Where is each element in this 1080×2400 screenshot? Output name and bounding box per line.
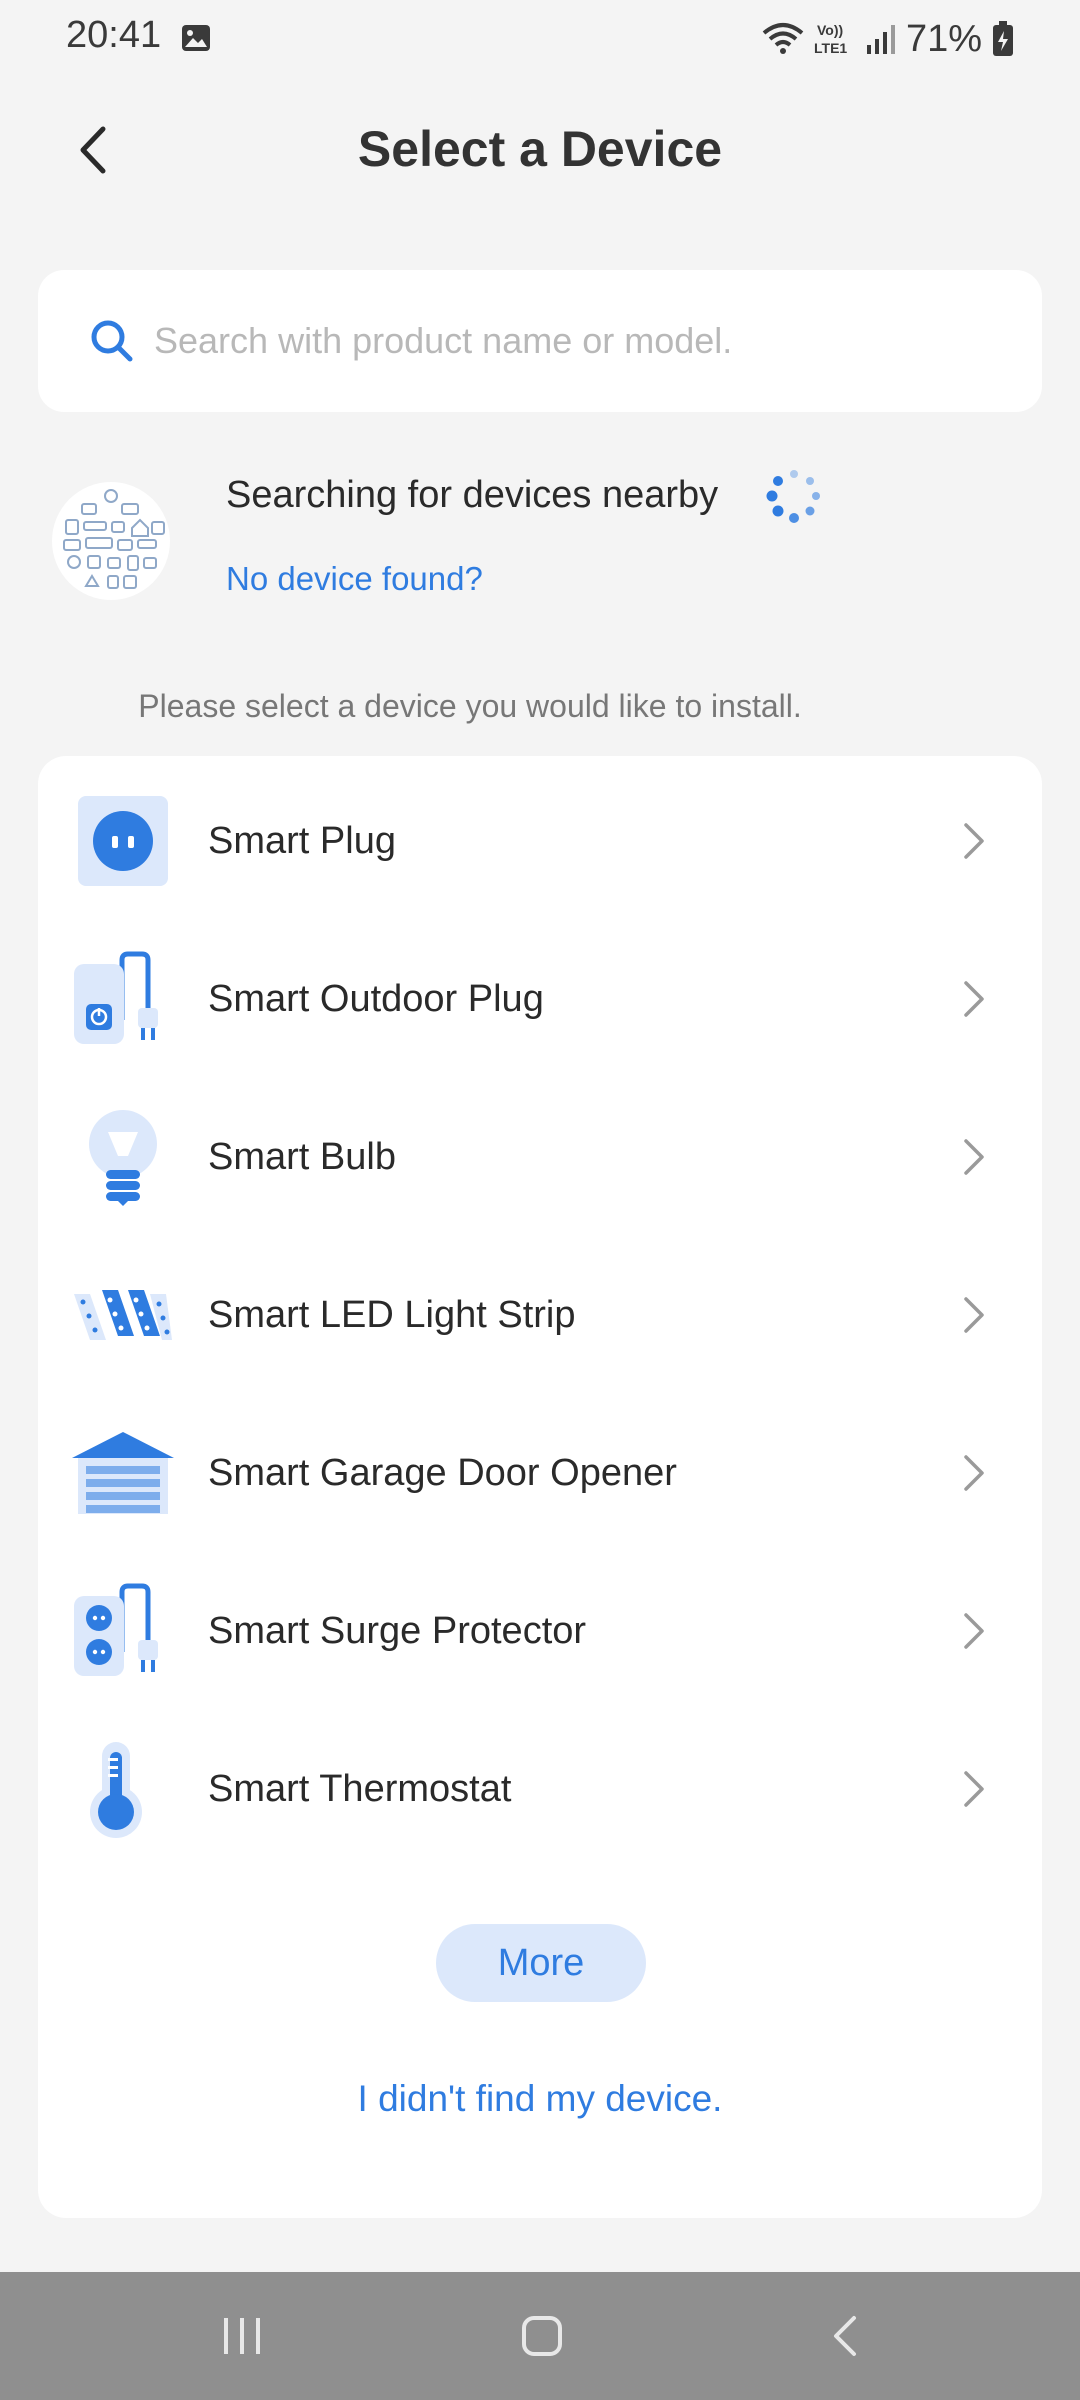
surge-protector-icon: [74, 1583, 158, 1676]
chevron-right-icon: [964, 981, 984, 1017]
thermostat-icon: [90, 1742, 142, 1838]
navigation-bar: [0, 2272, 1080, 2400]
select-device-screen: 20:41 Vo)) LTE1 71% Select a Device Sear…: [0, 0, 1080, 2400]
search-placeholder: Search with product name or model.: [154, 320, 733, 361]
wifi-icon: [762, 23, 804, 54]
device-row-smart-plug[interactable]: Smart Plug: [38, 762, 1042, 920]
more-button[interactable]: More: [436, 1924, 646, 2002]
status-time: 20:41: [66, 14, 162, 56]
chevron-right-icon: [964, 1455, 984, 1491]
device-list: Smart Plug Smart Outdoor Plug Smart Bulb…: [38, 756, 1042, 2218]
smart-plug-icon: [78, 796, 168, 886]
device-label: Smart LED Light Strip: [208, 1293, 576, 1336]
chevron-right-icon: [964, 823, 984, 859]
device-row-smart-bulb[interactable]: Smart Bulb: [38, 1078, 1042, 1236]
chevron-right-icon: [964, 1297, 984, 1333]
back-arrow-icon: [834, 2316, 856, 2356]
battery-percent: 71%: [905, 17, 982, 60]
device-label: Smart Plug: [208, 819, 396, 862]
device-row-smart-surge-protector[interactable]: Smart Surge Protector: [38, 1552, 1042, 1710]
chevron-right-icon: [964, 1613, 984, 1649]
search-icon: [91, 320, 133, 362]
volte-icon: Vo)) LTE1: [814, 22, 847, 56]
device-label: Smart Thermostat: [208, 1767, 512, 1810]
device-row-smart-garage-door-opener[interactable]: Smart Garage Door Opener: [38, 1394, 1042, 1552]
no-device-found-link[interactable]: No device found?: [226, 560, 483, 598]
signal-icon: [866, 25, 895, 54]
bulb-icon: [89, 1110, 157, 1206]
svg-text:LTE1: LTE1: [814, 40, 847, 56]
device-scan-illustration: [52, 482, 170, 600]
chevron-right-icon: [964, 1771, 984, 1807]
status-icons: Vo)) LTE1 71%: [762, 14, 1014, 64]
device-row-smart-outdoor-plug[interactable]: Smart Outdoor Plug: [38, 920, 1042, 1078]
recent-apps-button[interactable]: [202, 2296, 282, 2376]
battery-icon: [993, 21, 1013, 56]
device-row-smart-led-light-strip[interactable]: Smart LED Light Strip: [38, 1236, 1042, 1394]
chevron-right-icon: [964, 1139, 984, 1175]
device-label: Smart Outdoor Plug: [208, 977, 544, 1020]
page-title: Select a Device: [357, 121, 723, 177]
searching-status-text: Searching for devices nearby: [226, 474, 719, 516]
device-label: Smart Bulb: [208, 1135, 396, 1178]
garage-door-icon: [72, 1432, 174, 1514]
device-label: Smart Surge Protector: [208, 1609, 587, 1652]
system-back-button[interactable]: [806, 2296, 886, 2376]
search-input[interactable]: Search with product name or model.: [38, 270, 1042, 412]
svg-text:Vo)): Vo)): [817, 22, 843, 38]
home-button[interactable]: [502, 2296, 582, 2376]
light-strip-icon: [74, 1290, 172, 1340]
did-not-find-device-link[interactable]: I didn't find my device.: [38, 2078, 1042, 2120]
outdoor-plug-icon: [74, 951, 158, 1044]
status-bar: 20:41 Vo)) LTE1 71%: [0, 0, 1080, 80]
loading-spinner-icon: [766, 470, 820, 523]
device-row-smart-thermostat[interactable]: Smart Thermostat: [38, 1710, 1042, 1868]
recent-apps-icon: [224, 2318, 260, 2354]
home-icon: [522, 2316, 562, 2356]
select-hint-text: Please select a device you would like to…: [138, 688, 802, 724]
gallery-icon: [182, 25, 210, 51]
device-label: Smart Garage Door Opener: [208, 1451, 677, 1494]
